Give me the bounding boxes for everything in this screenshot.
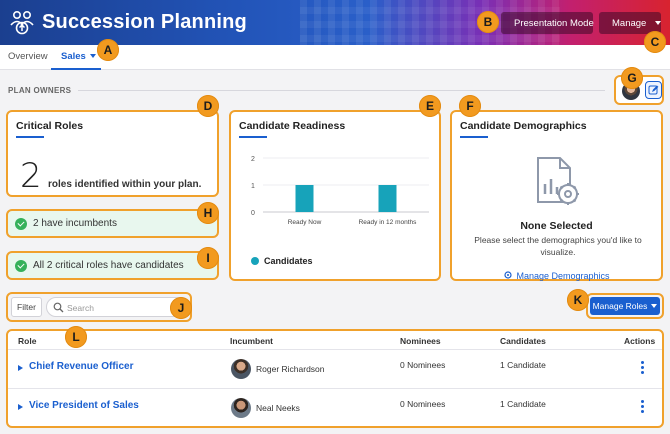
incumbent-avatar xyxy=(231,398,251,418)
manage-demographics-link[interactable]: Manage Demographics xyxy=(452,270,661,281)
column-header-candidates: Candidates xyxy=(500,336,546,346)
title-underline xyxy=(16,136,44,138)
chevron-down-icon xyxy=(89,54,96,58)
candidate-readiness-card: Candidate Readiness 0 1 2 Ready Now Ready in… xyxy=(229,110,441,281)
gear-icon xyxy=(504,271,513,279)
expand-row-icon[interactable] xyxy=(18,365,23,371)
column-header-actions: Actions xyxy=(624,336,656,346)
critical-roles-title: Critical Roles xyxy=(16,120,84,132)
bar xyxy=(378,185,397,212)
marker-a: A xyxy=(97,39,119,61)
succession-logo-icon xyxy=(10,10,34,35)
table-row: Vice President of Sales Neal Neeks 0 Nom… xyxy=(8,388,662,426)
demographics-title: Candidate Demographics xyxy=(460,120,587,132)
check-circle-icon xyxy=(15,259,27,272)
app-header: Succession Planning Presentation Mode Ma… xyxy=(0,0,670,45)
edit-icon xyxy=(648,85,659,95)
y-tick-label: 2 xyxy=(251,156,255,163)
demographics-empty-title: None Selected xyxy=(520,220,593,232)
nominees-cell: 0 Nominees xyxy=(400,399,446,409)
chart-legend: Candidates xyxy=(251,256,313,266)
role-link[interactable]: Vice President of Sales xyxy=(29,400,139,411)
chevron-down-icon xyxy=(651,304,658,308)
candidate-demographics-card: Candidate Demographics None Selected Ple… xyxy=(450,110,663,281)
manage-roles-label: Manage Roles xyxy=(592,301,648,311)
marker-b: B xyxy=(477,11,499,33)
roles-table: Role Incumbent Nominees Candidates Actio… xyxy=(6,329,664,428)
x-tick-label: Ready in 12 months xyxy=(359,219,418,226)
readiness-title: Candidate Readiness xyxy=(239,120,346,132)
candidates-cell: 1 Candidate xyxy=(500,360,546,370)
critical-roles-card: Critical Roles 2 roles identified within… xyxy=(6,110,219,197)
marker-c: C xyxy=(644,31,666,53)
tab-sales-label: Sales xyxy=(61,51,86,62)
tab-sales[interactable]: Sales xyxy=(51,45,101,70)
marker-l: L xyxy=(65,326,87,348)
document-chart-gear-icon xyxy=(537,157,579,205)
marker-k: K xyxy=(567,289,589,311)
x-tick-label: Ready Now xyxy=(288,219,322,226)
search-box[interactable] xyxy=(46,297,186,317)
marker-h: H xyxy=(197,202,219,224)
critical-roles-text: roles identified within your plan. xyxy=(48,179,202,190)
incumbent-name: Roger Richardson xyxy=(256,364,325,374)
marker-g: G xyxy=(621,67,643,89)
section-divider xyxy=(78,90,605,91)
role-link[interactable]: Chief Revenue Officer xyxy=(29,361,133,372)
marker-d: D xyxy=(197,95,219,117)
column-header-role: Role xyxy=(18,336,37,346)
expand-row-icon[interactable] xyxy=(18,404,23,410)
tab-overview[interactable]: Overview xyxy=(8,51,48,62)
legend-swatch xyxy=(251,257,259,265)
legend-label: Candidates xyxy=(264,256,313,266)
row-actions-icon[interactable] xyxy=(641,361,645,375)
manage-demographics-label: Manage Demographics xyxy=(516,271,610,281)
critical-roles-count: 2 xyxy=(20,156,42,196)
edit-owners-button[interactable] xyxy=(645,81,662,99)
candidates-cell: 1 Candidate xyxy=(500,399,546,409)
readiness-chart: 0 1 2 Ready Now Ready in 12 months xyxy=(251,156,429,226)
filter-button[interactable]: Filter xyxy=(11,297,42,317)
presentation-mode-button[interactable]: Presentation Mode xyxy=(501,12,594,34)
manage-roles-highlight: Manage Roles xyxy=(586,293,664,319)
demographics-empty-message: Please select the demographics you'd lik… xyxy=(474,235,642,257)
app-title: Succession Planning xyxy=(42,11,247,33)
search-icon xyxy=(53,302,64,313)
incumbent-avatar xyxy=(231,359,251,379)
search-input[interactable] xyxy=(67,301,177,314)
filter-toolbar: Filter xyxy=(6,292,192,322)
y-tick-label: 0 xyxy=(251,210,255,217)
title-underline xyxy=(460,136,488,138)
presentation-mode-label: Presentation Mode xyxy=(514,17,594,29)
marker-f: F xyxy=(459,95,481,117)
column-header-nominees: Nominees xyxy=(400,336,441,346)
column-header-incumbent: Incumbent xyxy=(230,336,273,346)
bar xyxy=(295,185,314,212)
candidates-status-text: All 2 critical roles have candidates xyxy=(33,260,184,271)
marker-i: I xyxy=(197,247,219,269)
row-actions-icon[interactable] xyxy=(641,400,645,414)
manage-label: Manage xyxy=(612,17,647,29)
manage-roles-button[interactable]: Manage Roles xyxy=(590,297,660,315)
plan-owners-label: PLAN OWNERS xyxy=(8,86,72,95)
incumbents-status: 2 have incumbents xyxy=(6,209,219,238)
incumbent-name: Neal Neeks xyxy=(256,403,300,413)
title-underline xyxy=(239,136,267,138)
nominees-cell: 0 Nominees xyxy=(400,360,446,370)
marker-e: E xyxy=(419,95,441,117)
chevron-down-icon xyxy=(655,21,662,25)
marker-j: J xyxy=(170,297,192,319)
table-row: Chief Revenue Officer Roger Richardson 0… xyxy=(8,349,662,388)
incumbents-text: 2 have incumbents xyxy=(33,218,117,229)
check-circle-icon xyxy=(15,217,27,230)
candidates-status: All 2 critical roles have candidates xyxy=(6,251,219,280)
y-tick-label: 1 xyxy=(251,183,255,190)
